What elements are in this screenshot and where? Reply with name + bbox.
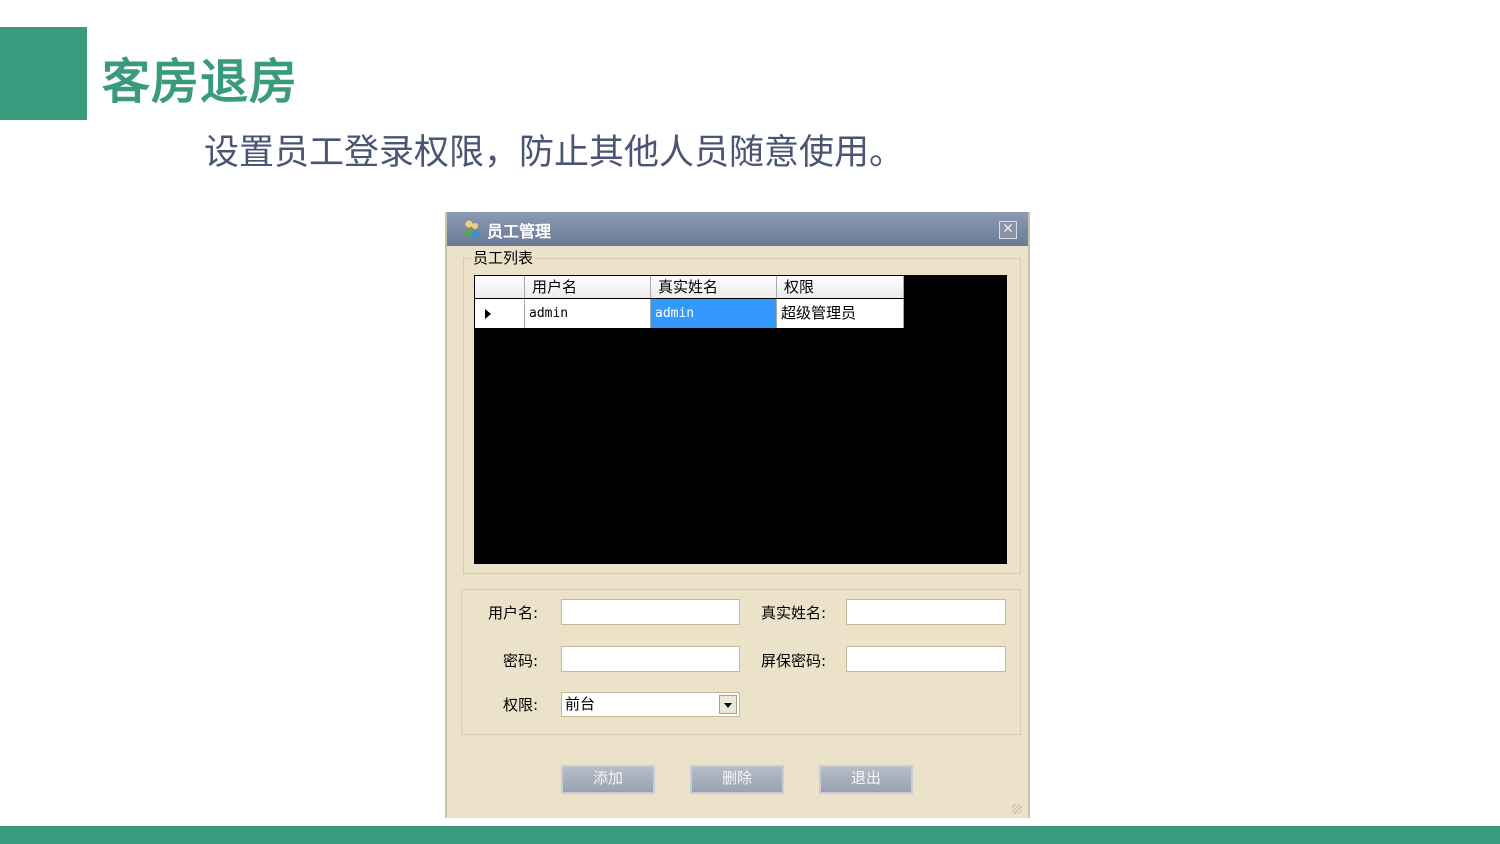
row-selector[interactable] — [475, 299, 525, 328]
slide-title: 客房退房 — [102, 54, 299, 110]
exit-button[interactable]: 退出 — [819, 765, 913, 794]
grid-header-corner — [475, 276, 525, 298]
permission-dropdown-button[interactable] — [719, 695, 737, 714]
table-cell-username[interactable]: admin — [525, 299, 651, 328]
permission-select[interactable]: 前台 — [561, 692, 740, 717]
chevron-down-icon — [724, 703, 732, 708]
close-button[interactable]: ✕ — [999, 221, 1017, 239]
column-header-permission[interactable]: 权限 — [777, 276, 904, 298]
staff-grid[interactable]: 用户名 真实姓名 权限 admin admin 超级管理员 — [474, 275, 1007, 564]
screen-password-input[interactable] — [846, 646, 1006, 672]
real-name-input[interactable] — [846, 599, 1006, 625]
screen-password-label: 屏保密码: — [761, 652, 827, 670]
close-icon: ✕ — [1002, 221, 1014, 237]
staff-management-window: 员工管理 ✕ 员工列表 用户名 真实姓名 权限 admin admin 超级管理… — [445, 212, 1030, 818]
people-icon — [464, 220, 480, 238]
add-button[interactable]: 添加 — [561, 765, 655, 794]
staff-list-group-label: 员工列表 — [471, 247, 536, 268]
resize-grip-icon[interactable] — [1012, 804, 1022, 814]
username-input[interactable] — [561, 599, 740, 625]
table-cell-real-name[interactable]: admin — [651, 299, 777, 328]
window-title: 员工管理 — [487, 222, 552, 241]
accent-block — [0, 27, 87, 120]
real-name-label: 真实姓名: — [761, 604, 827, 622]
slide-subtitle: 设置员工登录权限，防止其他人员随意使用。 — [204, 133, 905, 173]
bottom-bar — [0, 826, 1500, 844]
column-header-username[interactable]: 用户名 — [525, 276, 651, 298]
password-label: 密码: — [503, 652, 539, 670]
permission-select-value: 前台 — [565, 695, 596, 713]
column-header-real-name[interactable]: 真实姓名 — [651, 276, 777, 298]
table-cell-permission[interactable]: 超级管理员 — [777, 299, 904, 328]
password-input[interactable] — [561, 646, 740, 672]
window-titlebar[interactable]: 员工管理 ✕ — [447, 212, 1028, 246]
current-row-arrow-icon — [485, 309, 491, 319]
permission-label: 权限: — [503, 696, 539, 714]
username-label: 用户名: — [488, 604, 539, 622]
delete-button[interactable]: 删除 — [690, 765, 784, 794]
